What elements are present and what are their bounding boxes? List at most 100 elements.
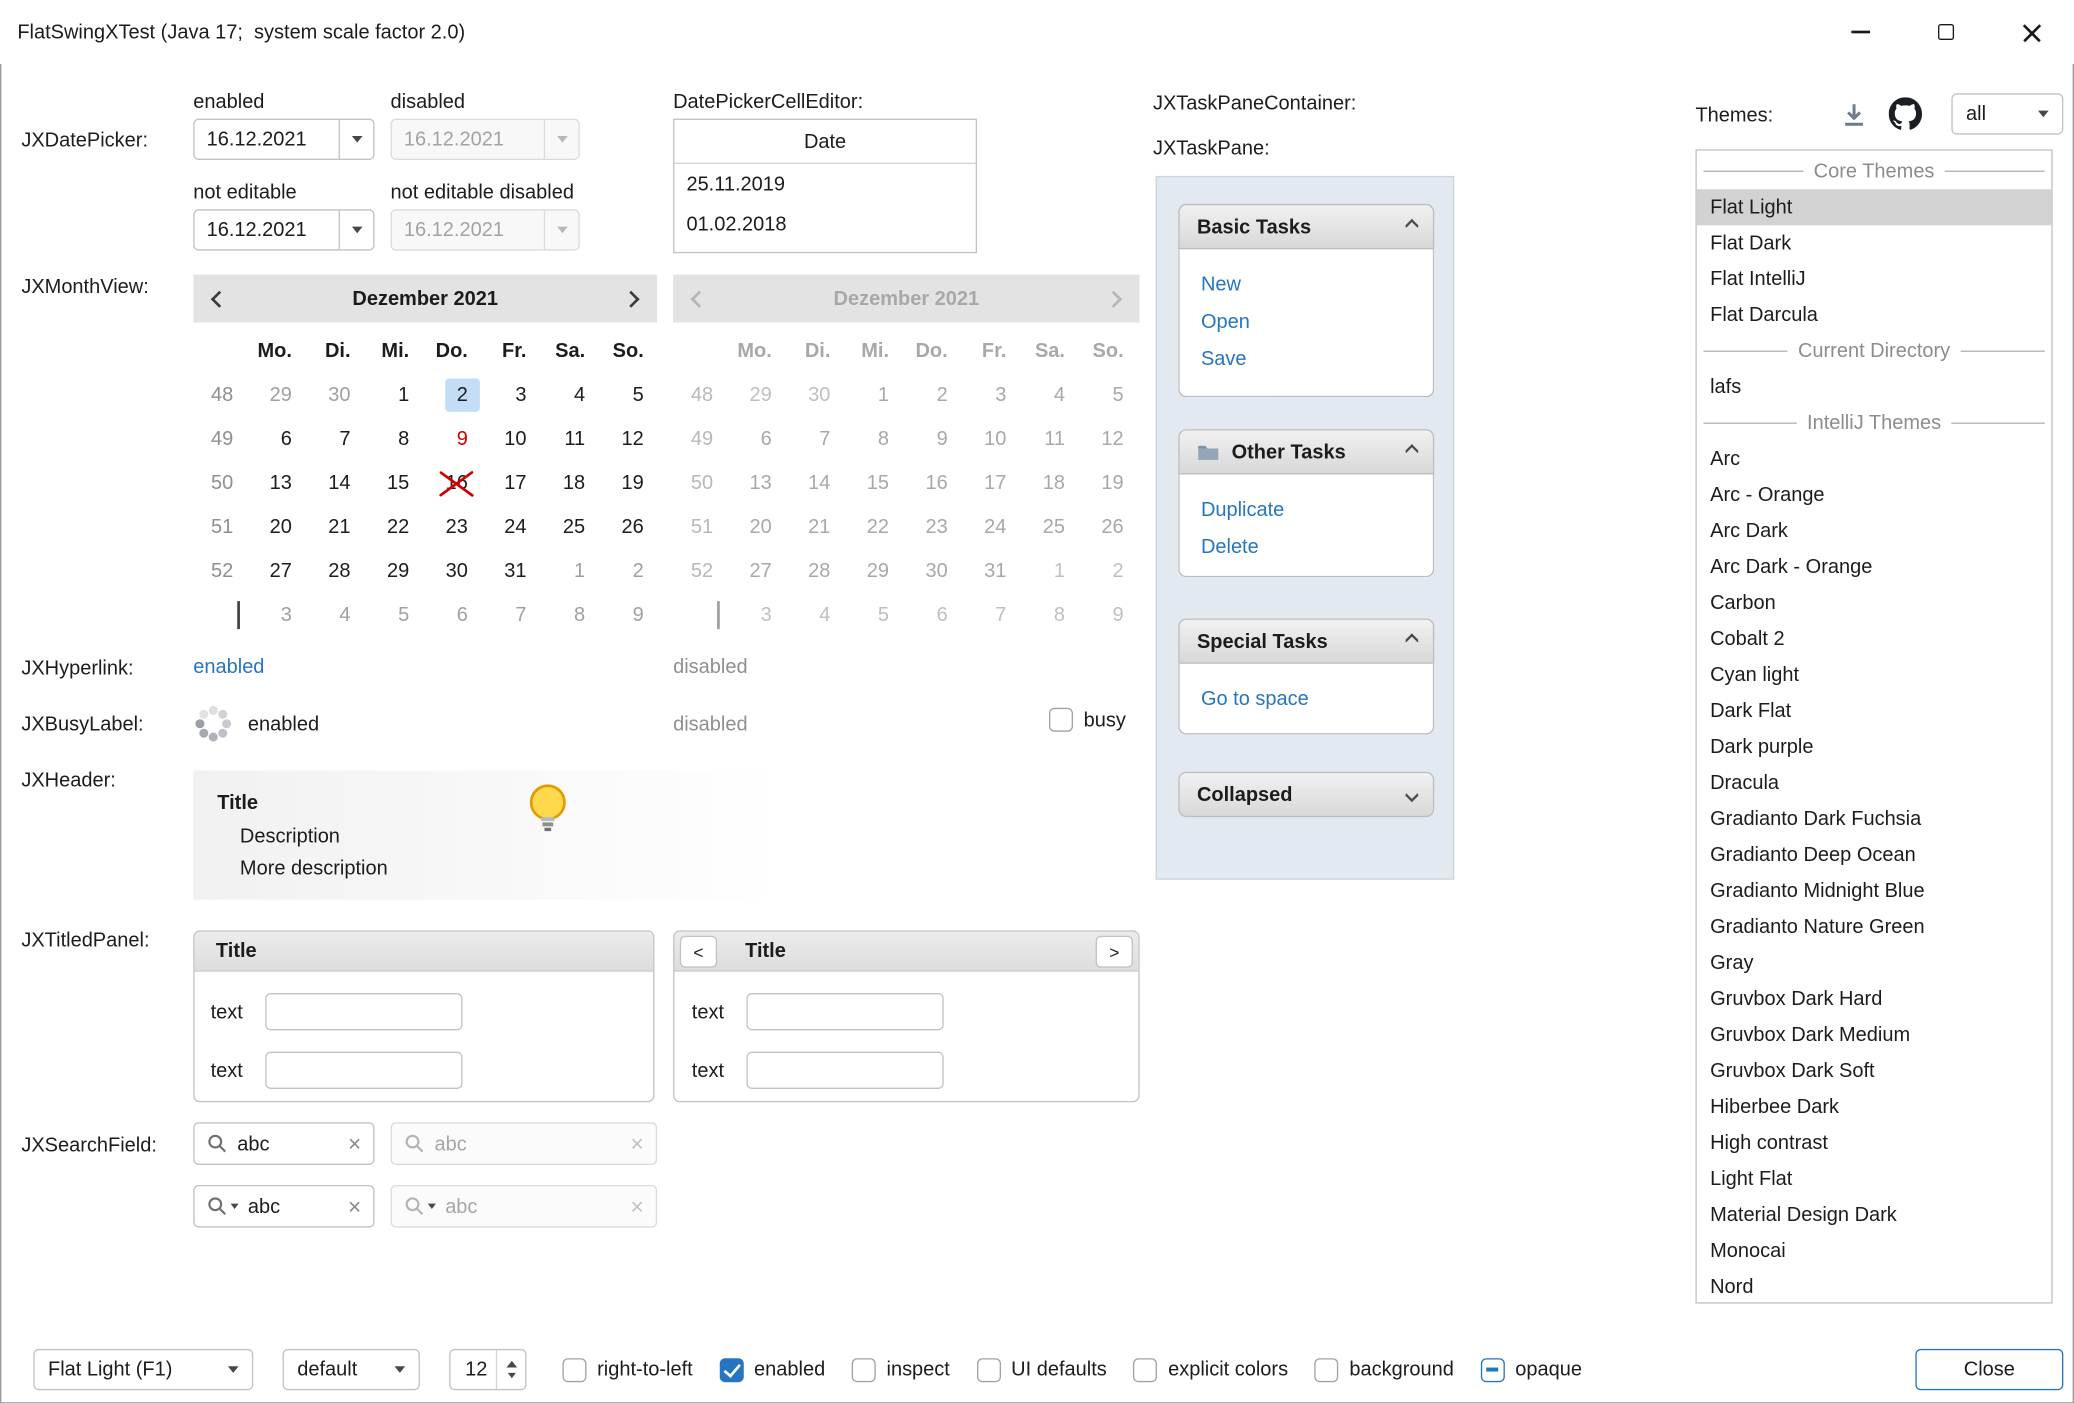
theme-item[interactable]: Dark purple (1697, 729, 2052, 765)
day-cell[interactable]: 23 (423, 505, 482, 549)
day-cell[interactable]: 24 (481, 505, 540, 549)
checkbox-enabled[interactable]: enabled (719, 1358, 825, 1382)
day-cell[interactable]: 15 (364, 461, 423, 505)
day-cell[interactable]: 28 (305, 549, 364, 593)
theme-item[interactable]: lafs (1697, 369, 2052, 405)
searchfield-with-menu[interactable]: abc × (193, 1185, 374, 1228)
taskpane-link[interactable]: New (1201, 267, 1412, 304)
themes-list[interactable]: Core ThemesFlat LightFlat DarkFlat Intel… (1695, 149, 2052, 1303)
theme-item[interactable]: Flat Light (1697, 189, 2052, 225)
next-month-icon[interactable] (623, 290, 640, 307)
day-cell[interactable]: 2 (598, 549, 657, 593)
theme-item[interactable]: Gruvbox Dark Soft (1697, 1053, 2052, 1089)
theme-item[interactable]: Arc Dark (1697, 513, 2052, 549)
clear-icon[interactable]: × (348, 1195, 361, 1218)
day-cell[interactable]: 8 (540, 593, 599, 637)
github-icon[interactable] (1889, 97, 1922, 130)
text-input[interactable] (265, 993, 462, 1030)
theme-item[interactable]: Arc - Orange (1697, 477, 2052, 513)
day-cell[interactable]: 1 (364, 373, 423, 417)
theme-item[interactable]: Carbon (1697, 585, 2052, 621)
day-cell[interactable]: 2 (423, 373, 482, 417)
taskpane-header[interactable]: Other Tasks (1178, 429, 1434, 474)
themes-filter-combo[interactable]: all (1951, 93, 2063, 134)
close-button[interactable]: Close (1915, 1349, 2063, 1390)
day-cell[interactable]: 7 (481, 593, 540, 637)
day-cell[interactable]: 4 (540, 373, 599, 417)
day-cell[interactable]: 8 (364, 417, 423, 461)
theme-item[interactable]: Hiberbee Dark (1697, 1089, 2052, 1125)
spinner-buttons[interactable] (496, 1350, 525, 1389)
day-cell[interactable]: 12 (598, 417, 657, 461)
day-cell[interactable]: 20 (247, 505, 306, 549)
date-table[interactable]: Date 25.11.201901.02.2018 (673, 119, 977, 254)
day-cell[interactable]: 18 (540, 461, 599, 505)
day-cell[interactable]: 9 (598, 593, 657, 637)
clear-icon[interactable]: × (348, 1132, 361, 1155)
taskpane-header[interactable]: Collapsed (1178, 772, 1434, 817)
checkbox-UI-defaults[interactable]: UI defaults (977, 1358, 1107, 1382)
theme-item[interactable]: Flat Dark (1697, 225, 2052, 261)
taskpane-link[interactable]: Duplicate (1201, 492, 1412, 529)
download-icon[interactable] (1841, 101, 1868, 128)
theme-item[interactable]: Gruvbox Dark Hard (1697, 981, 2052, 1017)
theme-item[interactable]: Dark Flat (1697, 693, 2052, 729)
font-size-value[interactable]: 12 (451, 1358, 496, 1381)
checkbox-background[interactable]: background (1315, 1358, 1454, 1382)
day-cell[interactable]: 27 (247, 549, 306, 593)
theme-item[interactable]: Gradianto Deep Ocean (1697, 837, 2052, 873)
taskpane-link[interactable]: Open (1201, 304, 1412, 341)
date-table-row[interactable]: 25.11.2019 (674, 164, 975, 204)
theme-item[interactable]: Gradianto Nature Green (1697, 909, 2052, 945)
busy-checkbox[interactable]: busy (1049, 708, 1126, 732)
checkbox-opaque[interactable]: opaque (1481, 1358, 1582, 1382)
day-cell[interactable]: 25 (540, 505, 599, 549)
minimize-button[interactable] (1818, 0, 1903, 64)
day-cell[interactable]: 17 (481, 461, 540, 505)
day-cell[interactable]: 1 (540, 549, 599, 593)
theme-item[interactable]: Gray (1697, 945, 2052, 981)
maximize-button[interactable] (1903, 0, 1988, 64)
day-cell[interactable]: 22 (364, 505, 423, 549)
day-cell[interactable]: 29 (247, 373, 306, 417)
taskpane-header[interactable]: Special Tasks (1178, 618, 1434, 663)
day-cell[interactable]: 3 (481, 373, 540, 417)
day-cell[interactable]: 3 (247, 593, 306, 637)
theme-item[interactable]: Light Flat (1697, 1161, 2052, 1197)
day-cell[interactable]: 7 (305, 417, 364, 461)
day-cell[interactable]: 9 (423, 417, 482, 461)
day-cell[interactable]: 6 (247, 417, 306, 461)
theme-item[interactable]: Cyan light (1697, 657, 2052, 693)
day-cell[interactable]: 31 (481, 549, 540, 593)
taskpane-link[interactable]: Delete (1201, 529, 1412, 566)
theme-item[interactable]: Flat IntelliJ (1697, 261, 2052, 297)
date-table-row[interactable]: 01.02.2018 (674, 204, 975, 244)
theme-item[interactable]: Gradianto Dark Fuchsia (1697, 801, 2052, 837)
datepicker-value[interactable]: 16.12.2021 (195, 128, 339, 151)
search-input[interactable]: abc (248, 1195, 339, 1218)
searchfield-enabled[interactable]: abc × (193, 1122, 374, 1165)
theme-item[interactable]: Monocai (1697, 1233, 2052, 1269)
titledpanel-right-button[interactable]: > (1096, 936, 1133, 968)
checkbox-inspect[interactable]: inspect (852, 1358, 950, 1382)
day-cell[interactable]: 30 (305, 373, 364, 417)
titledpanel-left-button[interactable]: < (680, 936, 717, 968)
theme-item[interactable]: Cobalt 2 (1697, 621, 2052, 657)
search-menu-icon[interactable] (207, 1196, 239, 1217)
titlebar[interactable]: FlatSwingXTest (Java 17; system scale fa… (0, 0, 2074, 64)
prev-month-icon[interactable] (211, 290, 228, 307)
datepicker-dropdown-button[interactable] (339, 211, 374, 250)
day-cell[interactable]: 10 (481, 417, 540, 461)
text-input[interactable] (746, 993, 943, 1030)
datepicker-not-editable[interactable]: 16.12.2021 (193, 209, 374, 250)
theme-item[interactable]: Nord (1697, 1269, 2052, 1304)
window-close-button[interactable] (1989, 0, 2074, 64)
datepicker-dropdown-button[interactable] (339, 120, 374, 159)
taskpane-header[interactable]: Basic Tasks (1178, 204, 1434, 249)
day-cell[interactable]: 13 (247, 461, 306, 505)
laf-combo[interactable]: Flat Light (F1) (33, 1349, 253, 1390)
taskpane-link[interactable]: Go to space (1201, 681, 1412, 718)
day-cell[interactable]: 11 (540, 417, 599, 461)
day-cell[interactable]: 29 (364, 549, 423, 593)
theme-item[interactable]: Gruvbox Dark Medium (1697, 1017, 2052, 1053)
